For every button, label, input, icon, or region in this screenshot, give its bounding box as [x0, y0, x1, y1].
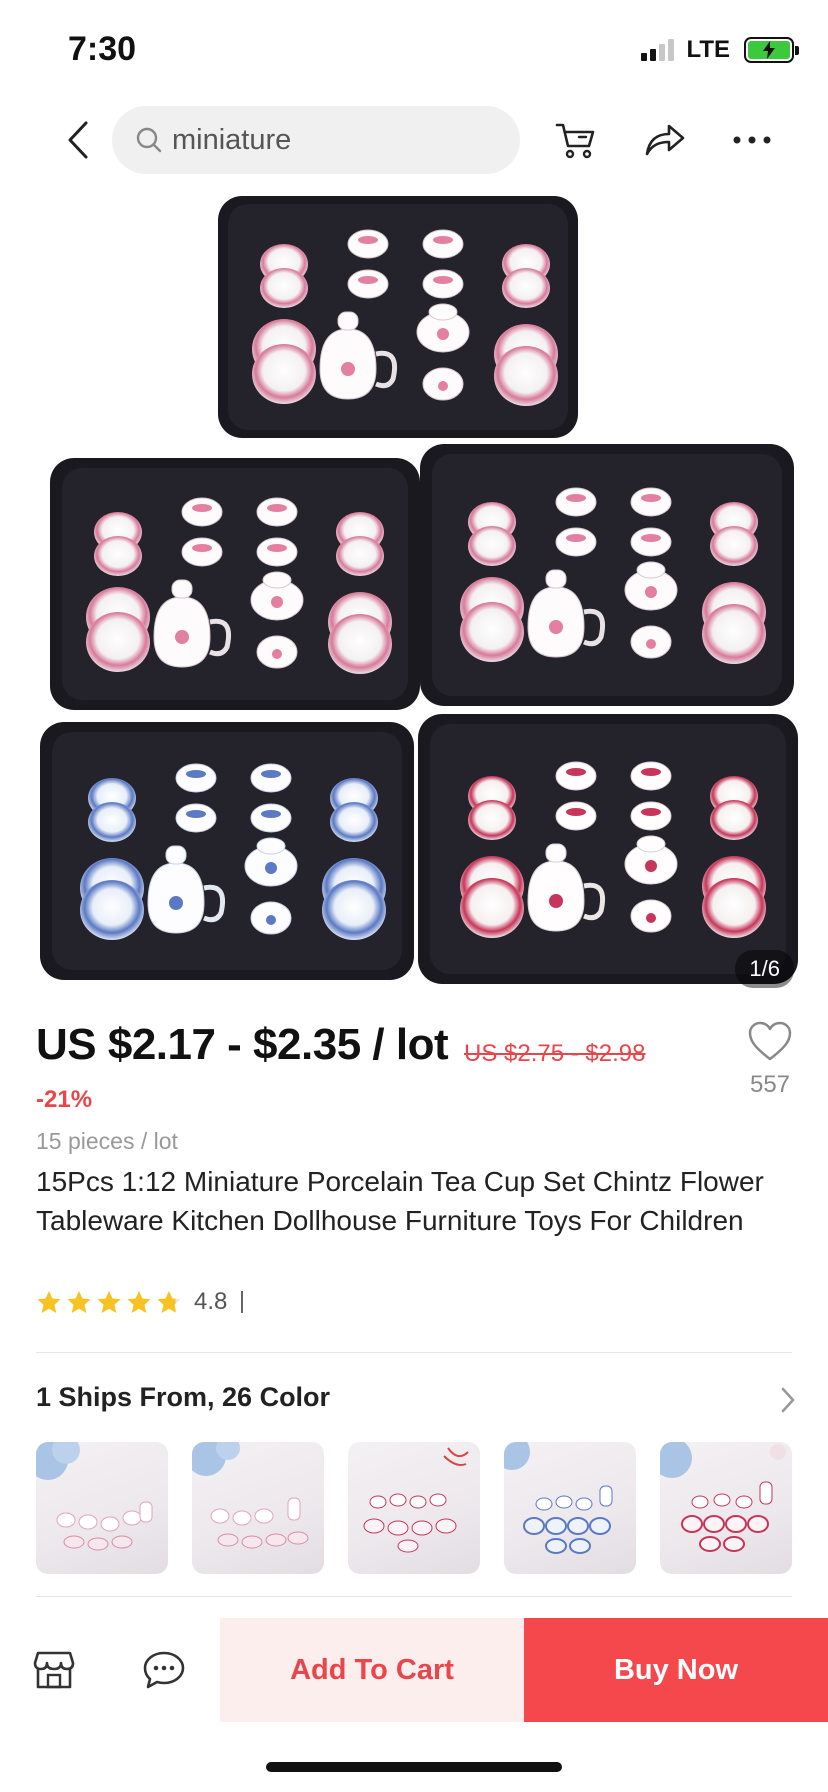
- network-label: LTE: [686, 36, 730, 63]
- share-button[interactable]: [642, 118, 686, 162]
- share-icon: [645, 124, 685, 156]
- rating-value: 4.8: [194, 1288, 228, 1315]
- product-price: US $2.17 - $2.35 / lot: [36, 1020, 449, 1069]
- product-title: 15Pcs 1:12 Miniature Porcelain Tea Cup S…: [36, 1166, 764, 1236]
- gallery-page-indicator: 1/6: [735, 950, 794, 988]
- more-icon: [733, 136, 771, 144]
- signal-icon: [641, 39, 675, 61]
- product-image: [40, 196, 798, 984]
- divider: [36, 1596, 792, 1597]
- search-query: miniature: [172, 123, 292, 156]
- rating-separator: [241, 1291, 244, 1313]
- variants-selector[interactable]: 1 Ships From, 26 Color: [36, 1382, 796, 1422]
- top-nav: miniature: [0, 104, 828, 176]
- search-input[interactable]: miniature: [112, 106, 520, 174]
- unit-info: 15 pieces / lot: [36, 1128, 178, 1154]
- star-icon: [67, 1290, 91, 1313]
- back-button[interactable]: [58, 118, 98, 162]
- wishlist-button[interactable]: 557: [740, 1020, 800, 1099]
- discount-badge: -21%: [36, 1086, 93, 1113]
- bottom-action-bar: Add To Cart Buy Now: [0, 1618, 828, 1722]
- chat-button[interactable]: [138, 1644, 190, 1696]
- status-time: 7:30: [68, 30, 137, 68]
- cart-button[interactable]: [554, 118, 598, 162]
- status-indicators: LTE: [641, 36, 799, 64]
- store-icon: [33, 1651, 75, 1689]
- home-indicator[interactable]: [266, 1762, 562, 1772]
- wishlist-count: 557: [749, 1071, 791, 1098]
- more-button[interactable]: [730, 118, 774, 162]
- star-icon: [37, 1290, 61, 1313]
- chat-icon: [143, 1651, 185, 1689]
- variant-thumbnail[interactable]: [348, 1442, 480, 1574]
- divider: [36, 1352, 792, 1353]
- add-to-cart-button[interactable]: Add To Cart: [220, 1618, 524, 1722]
- variants-title: 1 Ships From, 26 Color: [36, 1382, 331, 1412]
- variant-thumbnail[interactable]: [504, 1442, 636, 1574]
- star-icon: [97, 1290, 121, 1313]
- star-icon: [127, 1290, 151, 1313]
- heart-icon: [748, 1021, 792, 1061]
- variant-thumbnail[interactable]: [192, 1442, 324, 1574]
- search-icon: [134, 125, 164, 155]
- buy-now-button[interactable]: Buy Now: [524, 1618, 828, 1722]
- half-star-icon: [157, 1290, 181, 1313]
- rating-row[interactable]: 4.8: [36, 1288, 244, 1316]
- original-price: US $2.75 - $2.98: [464, 1040, 646, 1067]
- chevron-right-icon: [781, 1387, 795, 1413]
- variant-thumbnail[interactable]: [660, 1442, 792, 1574]
- product-image-gallery[interactable]: 1/6: [0, 190, 828, 998]
- price-section: US $2.17 - $2.35 / lot US $2.75 - $2.98 …: [36, 1020, 796, 1113]
- variant-thumbnails: [36, 1442, 792, 1574]
- battery-icon: [744, 37, 799, 63]
- cart-icon: [555, 123, 595, 159]
- status-bar: 7:30 LTE: [0, 0, 828, 100]
- rating-stars: [36, 1290, 182, 1315]
- back-icon: [68, 121, 88, 159]
- variant-thumbnail[interactable]: [36, 1442, 168, 1574]
- store-button[interactable]: [28, 1644, 80, 1696]
